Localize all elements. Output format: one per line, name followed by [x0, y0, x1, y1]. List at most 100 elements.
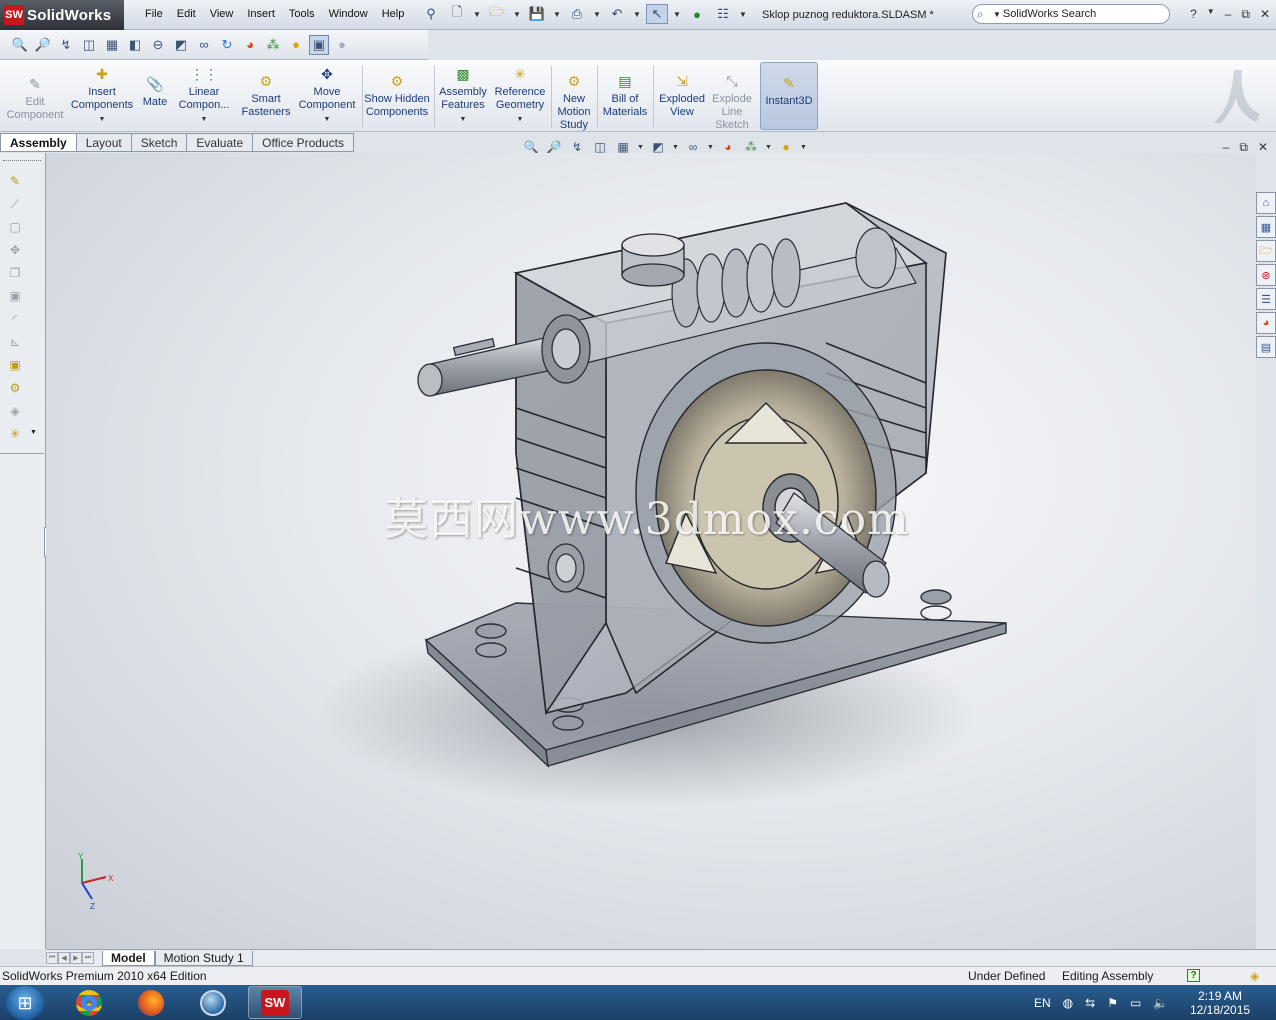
- select-pointer-icon[interactable]: ↖: [646, 4, 668, 24]
- new-motion-study-button[interactable]: ⚙ New Motion Study: [553, 71, 595, 132]
- print-icon[interactable]: ⎙: [566, 4, 588, 24]
- view-settings-icon[interactable]: ●: [286, 35, 306, 55]
- system-clock[interactable]: 2:19 AM 12/18/2015: [1190, 989, 1250, 1017]
- volume-icon[interactable]: 🔈: [1153, 996, 1168, 1010]
- menu-insert[interactable]: Insert: [240, 8, 282, 20]
- menu-file[interactable]: File: [138, 8, 170, 20]
- search-dropdown-icon[interactable]: ▼: [993, 10, 1001, 19]
- graphics-area[interactable]: 莫西网www.3dmox.com Y X Z: [46, 153, 1256, 949]
- realview-icon[interactable]: ●: [332, 35, 352, 55]
- new-document-icon[interactable]: 🗋: [446, 4, 468, 24]
- apply-scene-icon[interactable]: ⁂: [263, 35, 283, 55]
- open-folder-icon[interactable]: 🗁: [486, 4, 508, 24]
- options-icon[interactable]: ☷: [712, 4, 734, 24]
- move-component-button[interactable]: ✥ Move Component ▼: [296, 64, 358, 126]
- browser-taskbar-button[interactable]: [186, 986, 240, 1019]
- zoom-to-fit-icon[interactable]: 🔍: [10, 35, 30, 55]
- view-palette-icon[interactable]: ☰: [1256, 288, 1276, 310]
- instant3d-button[interactable]: ✎ Instant3D: [760, 62, 818, 130]
- last-tab-icon[interactable]: ⏭: [82, 952, 94, 964]
- start-button[interactable]: ⊞: [6, 986, 44, 1020]
- assembly-features-button[interactable]: ▩ Assembly Features ▼: [436, 64, 490, 126]
- reference-geometry-dropdown-icon[interactable]: ▼: [517, 113, 524, 126]
- linear-pattern-button[interactable]: ⋮⋮ Linear Compon... ▼: [174, 64, 234, 126]
- undo-dropdown-icon[interactable]: ▼: [632, 4, 642, 24]
- restore-icon[interactable]: ⧉: [1241, 7, 1250, 22]
- tab-evaluate[interactable]: Evaluate: [187, 133, 254, 152]
- select-dropdown-icon[interactable]: ▼: [672, 4, 682, 24]
- smart-fasteners-button[interactable]: ⚙ Smart Fasteners: [238, 71, 294, 119]
- zoom-in-out-icon[interactable]: ⊖: [148, 35, 168, 55]
- pattern-icon[interactable]: ▣: [5, 286, 25, 306]
- reference-geometry-button[interactable]: ✳ Reference Geometry ▼: [492, 64, 548, 126]
- action-center-flag-icon[interactable]: ⚑: [1107, 996, 1118, 1010]
- shaded-with-edges-icon[interactable]: ▣: [309, 34, 329, 55]
- doc-close-icon[interactable]: ✕: [1258, 140, 1268, 155]
- undo-icon[interactable]: ↶: [606, 4, 628, 24]
- line-icon[interactable]: ⟋: [5, 194, 25, 214]
- panel-grip[interactable]: [3, 160, 41, 161]
- tab-motion-study-1[interactable]: Motion Study 1: [154, 950, 253, 966]
- copy-icon[interactable]: ❐: [5, 263, 25, 283]
- move-entities-icon[interactable]: ✥: [5, 240, 25, 260]
- fillet-icon[interactable]: ◜: [5, 309, 25, 329]
- hide-show-items-icon[interactable]: ∞: [194, 35, 214, 55]
- tag-icon[interactable]: ◈: [1250, 969, 1259, 983]
- bill-of-materials-button[interactable]: ▤ Bill of Materials: [599, 71, 651, 119]
- tab-office-products[interactable]: Office Products: [253, 133, 354, 152]
- hatch-icon[interactable]: ◈: [5, 401, 25, 421]
- mate-button[interactable]: 📎 Mate: [138, 74, 172, 109]
- display-style-icon[interactable]: ◩: [171, 35, 191, 55]
- menu-view[interactable]: View: [203, 8, 241, 20]
- custom-properties-icon[interactable]: ▤: [1256, 336, 1276, 358]
- tab-assembly[interactable]: Assembly: [0, 133, 77, 152]
- file-explorer-icon[interactable]: 🗁: [1256, 240, 1276, 262]
- move-component-dropdown-icon[interactable]: ▼: [324, 113, 331, 126]
- open-dropdown-icon[interactable]: ▼: [512, 4, 522, 24]
- show-hidden-components-button[interactable]: ⚙ Show Hidden Components: [364, 71, 430, 119]
- panel-dropdown-icon[interactable]: ▼: [30, 429, 37, 436]
- explode-line-sketch-button[interactable]: ⤡ Explode Line Sketch: [710, 71, 754, 132]
- section-view-icon[interactable]: ◫: [79, 35, 99, 55]
- first-tab-icon[interactable]: ⏮: [46, 952, 58, 964]
- insert-components-dropdown-icon[interactable]: ▼: [99, 113, 106, 126]
- minimize-icon[interactable]: –: [1225, 7, 1232, 22]
- tab-model[interactable]: Model: [102, 950, 155, 966]
- rotate-view-icon[interactable]: ↻: [217, 35, 237, 55]
- solidworks-logo[interactable]: SW SolidWorks: [0, 0, 124, 30]
- menu-help[interactable]: Help: [375, 8, 412, 20]
- help-dropdown-icon[interactable]: ▼: [1207, 7, 1215, 22]
- menu-edit[interactable]: Edit: [170, 8, 203, 20]
- gearbox-3d-model[interactable]: [46, 153, 1256, 949]
- dimension-icon[interactable]: ⊾: [5, 332, 25, 352]
- menu-tools[interactable]: Tools: [282, 8, 322, 20]
- edit-appearance-icon[interactable]: ◕: [240, 35, 260, 55]
- rebuild-icon[interactable]: ●: [686, 4, 708, 24]
- help-icon[interactable]: ?: [1190, 7, 1197, 22]
- sync-icon[interactable]: ⇆: [1085, 996, 1095, 1010]
- next-tab-icon[interactable]: ▶: [70, 952, 82, 964]
- rectangle-icon[interactable]: ▢: [5, 217, 25, 237]
- options-dropdown-icon[interactable]: ▼: [738, 4, 748, 24]
- insert-block-icon[interactable]: ⚙: [5, 378, 25, 398]
- layout-block-icon[interactable]: ▣: [5, 355, 25, 375]
- save-icon[interactable]: 💾: [526, 4, 548, 24]
- network-icon[interactable]: ▭: [1130, 996, 1141, 1010]
- solidworks-taskbar-button[interactable]: SW: [248, 986, 302, 1019]
- save-dropdown-icon[interactable]: ▼: [552, 4, 562, 24]
- previous-view-icon[interactable]: ↯: [56, 35, 76, 55]
- assembly-features-dropdown-icon[interactable]: ▼: [460, 113, 467, 126]
- new-dropdown-icon[interactable]: ▼: [472, 4, 482, 24]
- search-input[interactable]: ⌕ ▼ SolidWorks Search: [972, 4, 1170, 24]
- previous-tab-icon[interactable]: ◀: [58, 952, 70, 964]
- pin-icon[interactable]: ⚲: [420, 4, 442, 24]
- solidworks-resources-icon[interactable]: ⌂: [1256, 192, 1276, 214]
- chrome-taskbar-button[interactable]: [62, 986, 116, 1019]
- network-globe-icon[interactable]: ◍: [1063, 996, 1073, 1010]
- zoom-to-area-icon[interactable]: 🔎: [33, 35, 53, 55]
- insert-components-button[interactable]: ✚ Insert Components ▼: [70, 64, 134, 126]
- design-library-icon[interactable]: ▦: [1256, 216, 1276, 238]
- tab-sketch[interactable]: Sketch: [131, 133, 188, 152]
- 3d-sketch-icon[interactable]: ✎: [5, 171, 25, 191]
- quick-tips-help-icon[interactable]: ?: [1187, 969, 1200, 982]
